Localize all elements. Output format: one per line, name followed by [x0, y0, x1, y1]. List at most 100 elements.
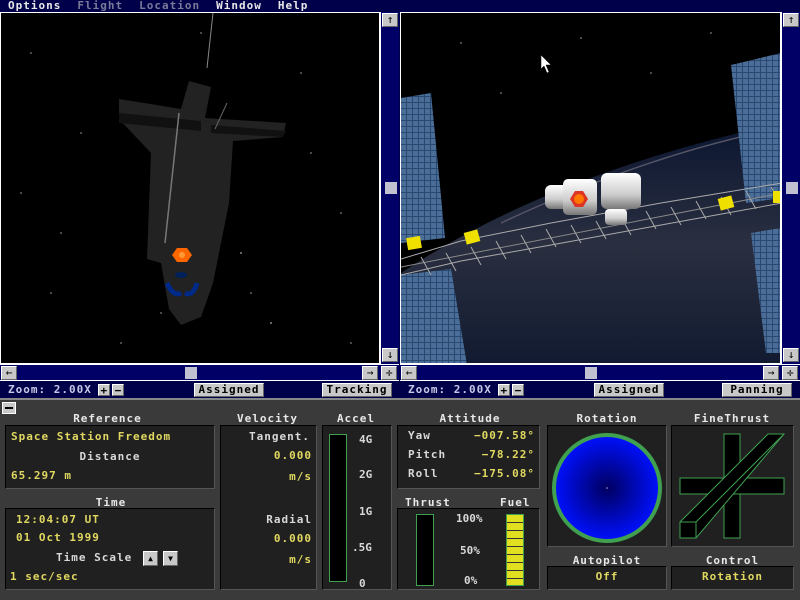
attitude-box: Yaw −007.58° Pitch −78.22° Roll −175.08° [397, 425, 540, 489]
pitch-value: −78.22° [481, 448, 535, 461]
left-zoom-in-button[interactable]: + [97, 383, 110, 396]
left-scroll-right-button[interactable]: → [362, 366, 378, 380]
right-scroll-left-button[interactable]: ← [401, 366, 417, 380]
right-viewport[interactable] [400, 12, 781, 364]
right-hscroll-thumb[interactable] [585, 367, 597, 379]
accel-gauge [329, 434, 347, 582]
right-zoom-label: Zoom: 2.00X [408, 383, 492, 396]
left-tracking-button[interactable]: Tracking [322, 383, 392, 397]
finethrust-title: FineThrust [693, 412, 771, 425]
finethrust-depth-end [679, 521, 697, 539]
reference-box[interactable]: Space Station Freedom Distance 65.297 m [5, 425, 215, 489]
left-viewport[interactable] [0, 12, 380, 364]
accel-tick-2g: 2G [359, 468, 373, 481]
accel-box: 4G 2G 1G .5G 0 [322, 425, 392, 590]
control-mode-button[interactable]: Rotation [671, 566, 794, 590]
radial-value: 0.000 [273, 532, 312, 545]
velocity-title: Velocity [237, 412, 298, 425]
right-horizontal-scrollbar[interactable]: ← → ✛ [400, 364, 800, 380]
date-value: 01 Oct 1999 [16, 531, 100, 544]
fuel-gauge [506, 514, 524, 586]
rotation-box[interactable] [547, 425, 667, 547]
radial-label: Radial [266, 513, 312, 526]
left-zoom-label: Zoom: 2.00X [8, 383, 92, 396]
accel-title: Accel [336, 412, 376, 425]
menu-flight[interactable]: Flight [61, 0, 123, 12]
right-zoom-in-button[interactable]: + [497, 383, 510, 396]
distance-value: 65.297 m [11, 469, 72, 482]
roll-label: Roll [408, 467, 439, 480]
left-scroll-left-button[interactable]: ← [1, 366, 17, 380]
accel-tick-half-g: .5G [352, 541, 372, 554]
shuttle-model [119, 81, 286, 325]
tangent-value: 0.000 [273, 449, 312, 462]
left-zoom-out-button[interactable]: − [111, 383, 124, 396]
velocity-box: Tangent. 0.000 m/s Radial 0.000 m/s [220, 425, 317, 590]
autopilot-button[interactable]: Off [547, 566, 667, 590]
attitude-title: Attitude [439, 412, 501, 425]
fuel-ticks [507, 515, 523, 585]
menu-location[interactable]: Location [123, 0, 200, 12]
radial-unit: m/s [289, 553, 312, 566]
thrust-tick-100: 100% [456, 512, 483, 525]
right-scroll-right-button[interactable]: → [763, 366, 779, 380]
left-center-button[interactable]: ✛ [381, 366, 397, 380]
distance-label: Distance [79, 450, 141, 463]
left-scroll-up-button[interactable]: ↑ [382, 13, 398, 27]
accel-tick-1g: 1G [359, 505, 373, 518]
finethrust-control[interactable] [672, 426, 795, 548]
station-scene [401, 32, 780, 363]
clock-value: 12:04:07 UT [16, 513, 100, 526]
thrust-fuel-box: 100% 50% 0% [397, 508, 540, 590]
left-vscroll-thumb[interactable] [385, 182, 397, 194]
thrust-tick-50: 50% [460, 544, 480, 557]
left-assigned-button[interactable]: Assigned [194, 383, 264, 397]
time-scale-label: Time Scale [56, 551, 133, 564]
pitch-label: Pitch [408, 448, 447, 461]
mouse-cursor [540, 54, 552, 74]
rotation-ball[interactable] [548, 426, 668, 548]
left-scroll-down-button[interactable]: ↓ [382, 348, 398, 362]
tangent-unit: m/s [289, 470, 312, 483]
accel-tick-4g: 4G [359, 433, 373, 446]
rotation-center-dot [606, 487, 608, 489]
left-hscroll-thumb[interactable] [185, 367, 197, 379]
menu-window[interactable]: Window [200, 0, 262, 12]
right-vertical-scrollbar[interactable]: ↑ ↓ [781, 12, 800, 364]
autopilot-value: Off [595, 570, 619, 583]
stars [460, 32, 712, 94]
right-view-toolbar: Zoom: 2.00X + − Assigned Panning [400, 380, 800, 398]
time-box: 12:04:07 UT 01 Oct 1999 Time Scale ▲ ▼ 1… [5, 508, 215, 590]
menu-bar: Options Flight Location Window Help [0, 0, 800, 12]
right-assigned-button[interactable]: Assigned [594, 383, 664, 397]
reference-title: Reference [73, 412, 142, 425]
roll-value: −175.08° [474, 467, 535, 480]
rotation-title: Rotation [576, 412, 638, 425]
control-value: Rotation [702, 570, 763, 583]
control-panel: Reference Space Station Freedom Distance… [0, 398, 800, 600]
right-panning-button[interactable]: Panning [722, 383, 792, 397]
tether-line [206, 13, 214, 69]
left-view-toolbar: Zoom: 2.00X + − Assigned Tracking [0, 380, 399, 398]
right-scroll-up-button[interactable]: ↑ [783, 13, 799, 27]
accel-tick-0: 0 [359, 577, 366, 590]
tangent-label: Tangent. [249, 430, 310, 443]
right-center-button[interactable]: ✛ [782, 366, 798, 380]
thrust-gauge[interactable] [416, 514, 434, 586]
right-vscroll-thumb[interactable] [786, 182, 798, 194]
left-horizontal-scrollbar[interactable]: ← → ✛ [0, 364, 399, 380]
shuttle-scene [20, 13, 352, 344]
yaw-value: −007.58° [474, 429, 535, 442]
yaw-label: Yaw [408, 429, 431, 442]
menu-help[interactable]: Help [262, 0, 309, 12]
menu-options[interactable]: Options [0, 0, 61, 12]
finethrust-box[interactable] [671, 425, 794, 547]
time-scale-value: 1 sec/sec [10, 570, 79, 583]
right-scroll-down-button[interactable]: ↓ [783, 348, 799, 362]
reference-target: Space Station Freedom [11, 430, 172, 443]
time-scale-up-button[interactable]: ▲ [143, 551, 158, 566]
thrust-tick-0: 0% [464, 574, 478, 587]
left-vertical-scrollbar[interactable]: ↑ ↓ [380, 12, 399, 364]
time-scale-down-button[interactable]: ▼ [163, 551, 178, 566]
right-zoom-out-button[interactable]: − [511, 383, 524, 396]
